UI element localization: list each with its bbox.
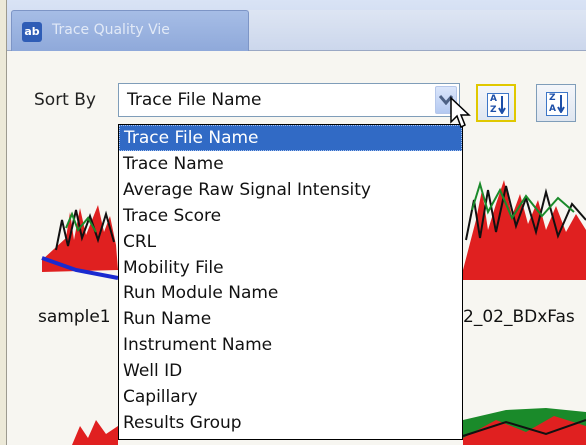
tab-trace-quality-view[interactable]: ab Trace Quality Vie	[11, 10, 249, 51]
dropdown-option-run-name[interactable]: Run Name	[119, 306, 462, 332]
dropdown-option-results-group[interactable]: Results Group	[119, 410, 462, 436]
sort-ascending-icon: AZ	[487, 93, 509, 117]
dropdown-option-mobility-file[interactable]: Mobility File	[119, 255, 462, 281]
dropdown-option-trace-score[interactable]: Trace Score	[119, 203, 462, 229]
sort-descending-button[interactable]: ZA	[536, 84, 576, 122]
sort-by-label: Sort By	[34, 90, 96, 110]
dropdown-option-trace-file-name[interactable]: Trace File Name	[119, 125, 462, 151]
app-icon: ab	[22, 22, 42, 42]
mouse-pointer-icon	[450, 96, 471, 129]
sample-name-label: sample1	[38, 307, 111, 327]
dropdown-option-trace-name[interactable]: Trace Name	[119, 151, 462, 177]
trace-red-lower	[72, 420, 118, 445]
sort-by-dropdown-list: Trace File Name Trace Name Average Raw S…	[118, 124, 463, 440]
dropdown-option-average-raw-signal-intensity[interactable]: Average Raw Signal Intensity	[119, 177, 462, 203]
tab-bar-background	[249, 10, 586, 50]
dropdown-option-run-module-name[interactable]: Run Module Name	[119, 280, 462, 306]
sort-by-selected-value: Trace File Name	[127, 90, 262, 110]
dropdown-option-crl[interactable]: CRL	[119, 229, 462, 255]
sample-file-label: 2_02_BDxFas	[463, 307, 575, 327]
sort-by-combobox[interactable]: Trace File Name	[118, 83, 460, 117]
dropdown-option-well-id[interactable]: Well ID	[119, 358, 462, 384]
dropdown-option-capillary[interactable]: Capillary	[119, 384, 462, 410]
dropdown-option-instrument-name[interactable]: Instrument Name	[119, 332, 462, 358]
tab-bar: ab Trace Quality Vie	[7, 0, 586, 51]
tab-label: Trace Quality Vie	[52, 22, 170, 38]
sort-ascending-button[interactable]: AZ	[476, 84, 516, 122]
sort-descending-icon: ZA	[546, 92, 568, 116]
